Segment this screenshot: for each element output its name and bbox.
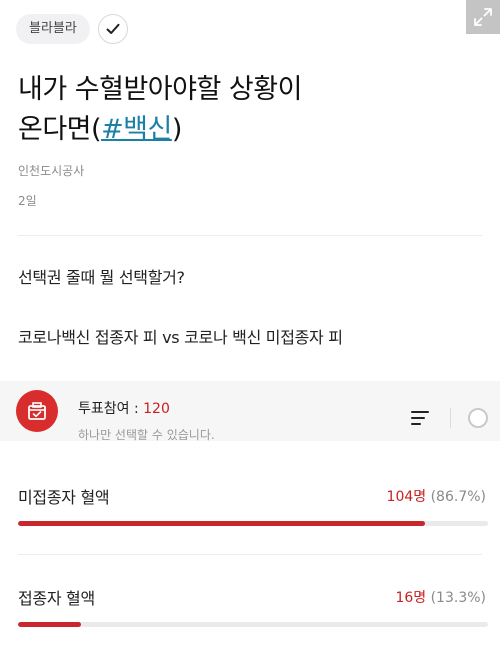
- title-line-1: 내가 수혈받아야할 상황이: [18, 74, 302, 105]
- title-prefix: 온다면(: [18, 114, 102, 145]
- poll-option-1-label[interactable]: 미접종자 혈액: [18, 484, 110, 508]
- participants-label: 투표참여 :: [78, 401, 144, 417]
- expand-icon: [474, 8, 492, 26]
- body-text-line-1: 선택권 줄때 뭘 선택할거?: [18, 268, 185, 287]
- check-icon: [106, 23, 120, 34]
- participants-count: 120: [143, 401, 170, 417]
- title-line-2: 온다면(#백신): [18, 110, 478, 150]
- poll-option-2-fill: [18, 622, 81, 627]
- participants-line: 투표참여 : 120: [78, 398, 170, 418]
- poll-option-1-count: 104명: [386, 489, 427, 505]
- poll-option-1-percent: (86.7%): [430, 489, 486, 505]
- poll-option-2-result: 16명 (13.3%): [395, 587, 486, 607]
- post-date: 2일: [18, 194, 37, 208]
- poll-option-1-result: 104명 (86.7%): [387, 486, 486, 506]
- header-separator: [450, 408, 451, 428]
- author-name[interactable]: 인천도시공사: [18, 162, 84, 179]
- title-suffix: ): [171, 114, 183, 145]
- check-button[interactable]: [97, 14, 128, 44]
- poll-option-1-bar: [18, 521, 488, 526]
- expand-button[interactable]: [466, 0, 500, 34]
- hashtag-link[interactable]: #백신: [101, 114, 172, 145]
- poll-option-2-percent: (13.3%): [430, 590, 486, 606]
- poll-option-1-fill: [18, 521, 426, 526]
- post-header-row: 블라블라: [16, 14, 128, 44]
- poll-radio[interactable]: [468, 408, 488, 428]
- ballot-box-icon: [16, 390, 58, 432]
- poll-option-2-bar: [18, 622, 488, 627]
- category-chip[interactable]: 블라블라: [16, 14, 90, 44]
- body-text-line-2: 코로나백신 접종자 피 vs 코로나 백신 미접종자 피: [18, 328, 343, 347]
- divider: [18, 235, 482, 236]
- poll-option-2-label[interactable]: 접종자 혈액: [18, 585, 95, 609]
- sort-icon[interactable]: [410, 408, 432, 428]
- post-title: 내가 수혈받아야할 상황이 온다면(#백신): [18, 70, 478, 150]
- poll-hint: 하나만 선택할 수 있습니다.: [78, 428, 215, 442]
- poll-option-2-count: 16명: [395, 590, 427, 606]
- divider: [18, 554, 482, 555]
